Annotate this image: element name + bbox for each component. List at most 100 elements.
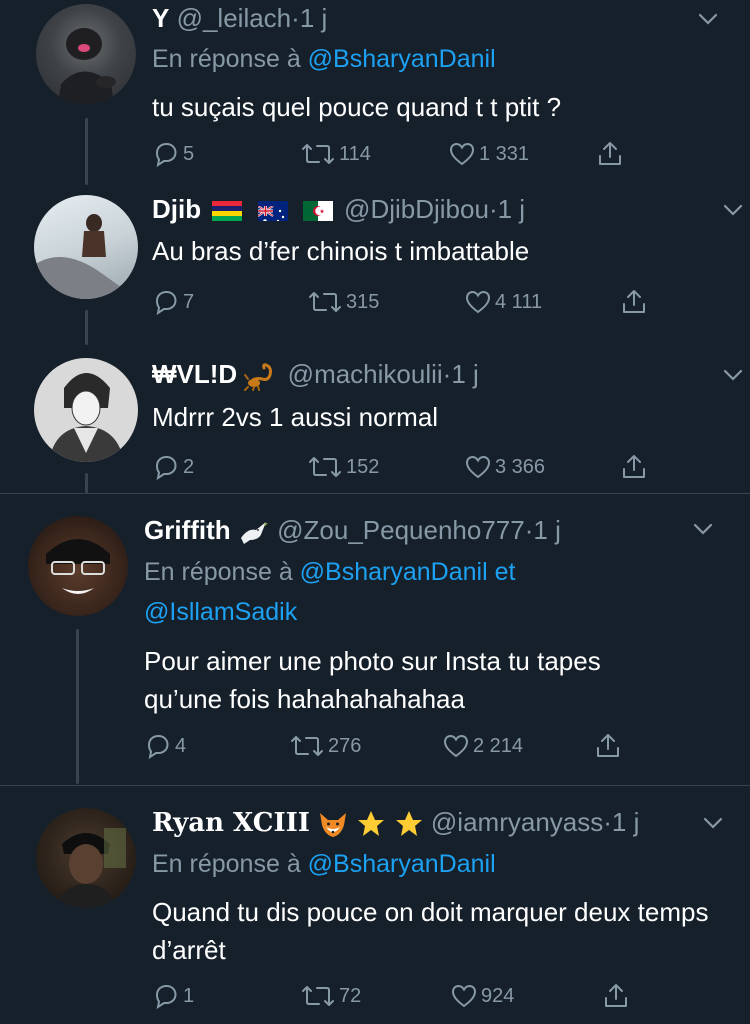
retweet-count: 152 (346, 455, 380, 478)
like-count: 4 111 (495, 290, 543, 313)
reply-icon (155, 984, 177, 1010)
reply-context: En réponse à @BsharyanDanil (152, 848, 496, 880)
tweet-text: tu suçais quel pouce quand t t ptit ? (152, 92, 562, 122)
retweet-icon (302, 144, 334, 164)
heart-icon (465, 290, 491, 314)
thread-line (85, 118, 88, 185)
reply-context-line-2: @IsllamSadik (144, 596, 297, 628)
retweet-button[interactable]: 114 (300, 140, 371, 168)
handle[interactable]: @iamryanyass (431, 807, 603, 837)
handle[interactable]: @machikoulii (288, 359, 443, 389)
tweet-actions: 2 152 3 366 (152, 453, 672, 483)
display-name[interactable]: Y (152, 3, 169, 33)
share-button[interactable] (620, 453, 651, 481)
avatar[interactable] (34, 195, 138, 299)
thread-line (85, 310, 88, 345)
like-button[interactable]: 3 366 (464, 453, 545, 481)
reply-button[interactable]: 4 (144, 732, 186, 760)
display-name[interactable]: ₩VL!D (152, 359, 237, 389)
algeria-flag (302, 201, 333, 222)
timestamp[interactable]: 1 j (533, 515, 560, 545)
timestamp[interactable]: 1 j (612, 807, 639, 837)
like-button[interactable]: 4 111 (464, 288, 542, 316)
share-icon (599, 142, 621, 165)
retweet-button[interactable]: 152 (307, 453, 379, 481)
display-name[interactable]: Griffith (144, 515, 231, 545)
timestamp[interactable]: 1 j (498, 194, 525, 224)
fox-icon (320, 813, 347, 838)
avatar[interactable] (36, 808, 136, 908)
retweet-button[interactable]: 276 (289, 732, 361, 760)
reply-prefix: En réponse à (152, 850, 301, 878)
tweet[interactable]: Y @_leilach·1 j En réponse à @BsharyanDa… (0, 0, 750, 185)
mauritius-flag (212, 201, 243, 222)
avatar[interactable] (28, 516, 128, 616)
separator: · (603, 807, 612, 837)
avatar[interactable] (34, 358, 138, 462)
like-button[interactable]: 1 331 (448, 140, 529, 168)
chevron-down-icon[interactable] (720, 362, 746, 388)
chevron-down-icon[interactable] (690, 516, 716, 542)
reply-count: 5 (183, 142, 195, 165)
tweet-actions: 7 315 4 111 (152, 288, 672, 318)
reply-prefix: En réponse à (144, 558, 293, 586)
reply-prefix: En réponse à (152, 45, 301, 73)
timestamp[interactable]: 1 j (300, 3, 327, 33)
share-button[interactable] (596, 140, 627, 168)
chevron-down-icon[interactable] (720, 197, 746, 223)
reply-mention[interactable]: @BsharyanDanil et (300, 558, 516, 586)
retweet-icon (291, 736, 323, 756)
heart-icon (451, 984, 477, 1008)
handle[interactable]: @DjibDjibou (344, 194, 489, 224)
share-button[interactable] (620, 288, 651, 316)
star-icon (358, 811, 385, 837)
tweet-text: Au bras d’fer chinois t imbattable (152, 236, 530, 266)
australia-flag (257, 201, 288, 222)
tweet[interactable]: Ryan XCIII @iamryanyass·1 j En réponse à… (0, 786, 750, 1024)
share-button[interactable] (602, 982, 633, 1010)
retweet-icon (302, 986, 334, 1006)
reply-mention[interactable]: @BsharyanDanil (308, 45, 496, 73)
chevron-down-icon[interactable] (695, 6, 721, 32)
tweet-header: ₩VL!D @machikoulii·1 j (152, 358, 479, 392)
separator: · (488, 194, 498, 224)
tweet-text: Pour aimer une photo sur Insta tu tapes … (144, 646, 601, 714)
thread-line (85, 473, 88, 493)
separator: · (291, 3, 300, 33)
reply-icon (147, 734, 169, 760)
handle[interactable]: @_leilach (177, 3, 292, 33)
tweet-text: Mdrrr 2vs 1 aussi normal (152, 402, 439, 432)
reply-mention[interactable]: @IsllamSadik (144, 598, 297, 626)
retweet-button[interactable]: 72 (300, 982, 361, 1010)
like-button[interactable]: 924 (450, 982, 514, 1010)
timestamp[interactable]: 1 j (451, 359, 478, 389)
tweet-header: Y @_leilach·1 j (152, 2, 327, 34)
like-button[interactable]: 2 214 (442, 732, 523, 760)
tweet[interactable]: Djib @DjibDjibou·1 j Au bras d’fer chino… (0, 185, 750, 345)
reply-button[interactable]: 1 (152, 982, 194, 1010)
tweet[interactable]: ₩VL!D @machikoulii·1 j Mdrrr 2vs 1 aussi… (0, 345, 750, 493)
share-icon (623, 455, 645, 478)
star-icon (395, 811, 422, 837)
reply-button[interactable]: 2 (152, 453, 194, 481)
reply-mention[interactable]: @BsharyanDanil (308, 850, 496, 878)
avatar[interactable] (36, 4, 136, 104)
tweet-header: Griffith @Zou_Pequenho777·1 j (144, 514, 561, 546)
like-count: 2 214 (473, 734, 524, 757)
retweet-icon (309, 457, 341, 477)
chevron-down-icon[interactable] (700, 810, 726, 836)
retweet-icon (309, 292, 341, 312)
like-count: 1 331 (479, 142, 530, 165)
display-name[interactable]: Ryan XCIII (152, 808, 310, 838)
reply-button[interactable]: 5 (152, 140, 194, 168)
reply-context: En réponse à @BsharyanDanil (152, 43, 496, 75)
dove-icon (240, 522, 268, 545)
display-name[interactable]: Djib (152, 194, 201, 224)
handle[interactable]: @Zou_Pequenho777 (277, 515, 525, 545)
retweet-button[interactable]: 315 (307, 288, 379, 316)
reply-button[interactable]: 7 (152, 288, 194, 316)
share-icon (605, 984, 627, 1007)
tweet[interactable]: Griffith @Zou_Pequenho777·1 j En réponse… (0, 494, 750, 784)
tweet-actions: 1 72 924 (152, 982, 652, 1012)
share-button[interactable] (594, 732, 625, 760)
